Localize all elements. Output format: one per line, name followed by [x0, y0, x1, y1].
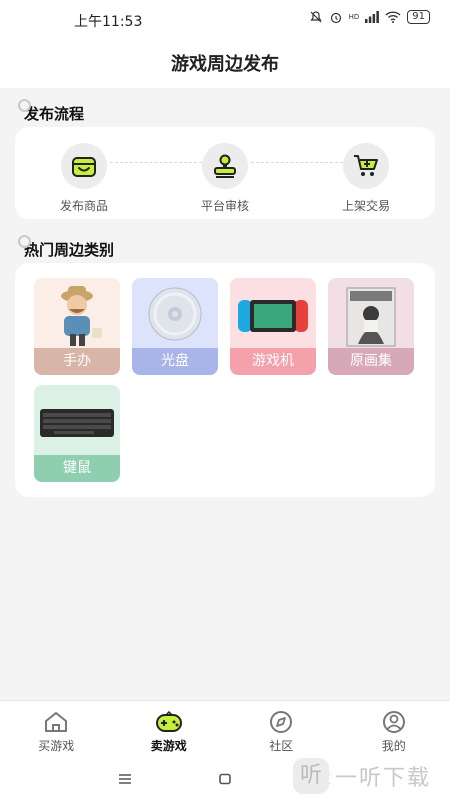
- user-icon: [382, 711, 405, 733]
- compass-icon: [270, 711, 293, 733]
- category-label: 光盘: [132, 348, 218, 375]
- tab-label: 买游戏: [38, 739, 75, 753]
- battery-indicator: 91: [407, 10, 430, 24]
- disc-image: [148, 287, 202, 341]
- category-label: 手办: [34, 348, 120, 375]
- category-label: 游戏机: [230, 348, 316, 375]
- tab-sell-games[interactable]: 卖游戏: [113, 701, 226, 760]
- step-label: 发布商品: [59, 199, 108, 213]
- status-bar: 上午11:53 HD 91: [0, 0, 450, 38]
- artbook-image: [346, 287, 396, 347]
- category-disc[interactable]: 光盘: [132, 278, 218, 375]
- process-card: 发布商品 平台审核 上架交易: [15, 127, 435, 219]
- figure-toy-image: [61, 286, 102, 346]
- status-time: 上午11:53: [74, 14, 143, 30]
- process-step-publish: 发布商品: [45, 127, 123, 214]
- signal-hd-label: HD: [348, 13, 360, 21]
- keyboard-image: [40, 409, 114, 437]
- gamepad-icon: [155, 711, 182, 732]
- bottom-tab-bar: 买游戏 卖游戏 社区 我的: [0, 700, 450, 760]
- wifi-icon: [385, 11, 401, 23]
- step-label: 平台审核: [200, 199, 249, 213]
- tab-label: 卖游戏: [150, 739, 187, 753]
- page-title: 游戏周边发布: [171, 54, 279, 75]
- category-figure[interactable]: 手办: [34, 278, 120, 375]
- mute-icon: [309, 11, 322, 23]
- categories-card: 手办 光盘 游戏机 原画集 键鼠: [15, 263, 435, 497]
- category-label: 键鼠: [34, 455, 120, 482]
- cart-add-icon: [343, 143, 389, 189]
- status-icons: HD 91: [309, 10, 430, 24]
- category-keyboard-mouse[interactable]: 键鼠: [34, 385, 120, 482]
- process-section-title: 发布流程: [17, 99, 85, 123]
- stamp-icon: [202, 143, 248, 189]
- process-step-trade: 上架交易: [327, 127, 405, 214]
- category-artbook[interactable]: 原画集: [328, 278, 414, 375]
- home-square-icon[interactable]: [218, 773, 232, 785]
- watermark: 听 一听下载: [285, 752, 450, 800]
- category-label: 原画集: [328, 348, 414, 375]
- categories-section-title: 热门周边类别: [17, 235, 115, 259]
- title-bar: 游戏周边发布: [0, 38, 450, 88]
- watermark-text: 一听下载: [335, 766, 432, 791]
- home-icon: [45, 712, 68, 732]
- shopping-bag-icon: [61, 143, 107, 189]
- watermark-logo: 听: [293, 758, 329, 794]
- step-label: 上架交易: [341, 199, 390, 213]
- category-console[interactable]: 游戏机: [230, 278, 316, 375]
- tab-buy-games[interactable]: 买游戏: [0, 701, 113, 760]
- menu-icon[interactable]: [118, 773, 132, 785]
- handheld-console-image: [238, 300, 308, 332]
- cell-signal-icon: [365, 11, 380, 23]
- process-step-review: 平台审核: [186, 127, 264, 214]
- alarm-icon: [330, 12, 341, 24]
